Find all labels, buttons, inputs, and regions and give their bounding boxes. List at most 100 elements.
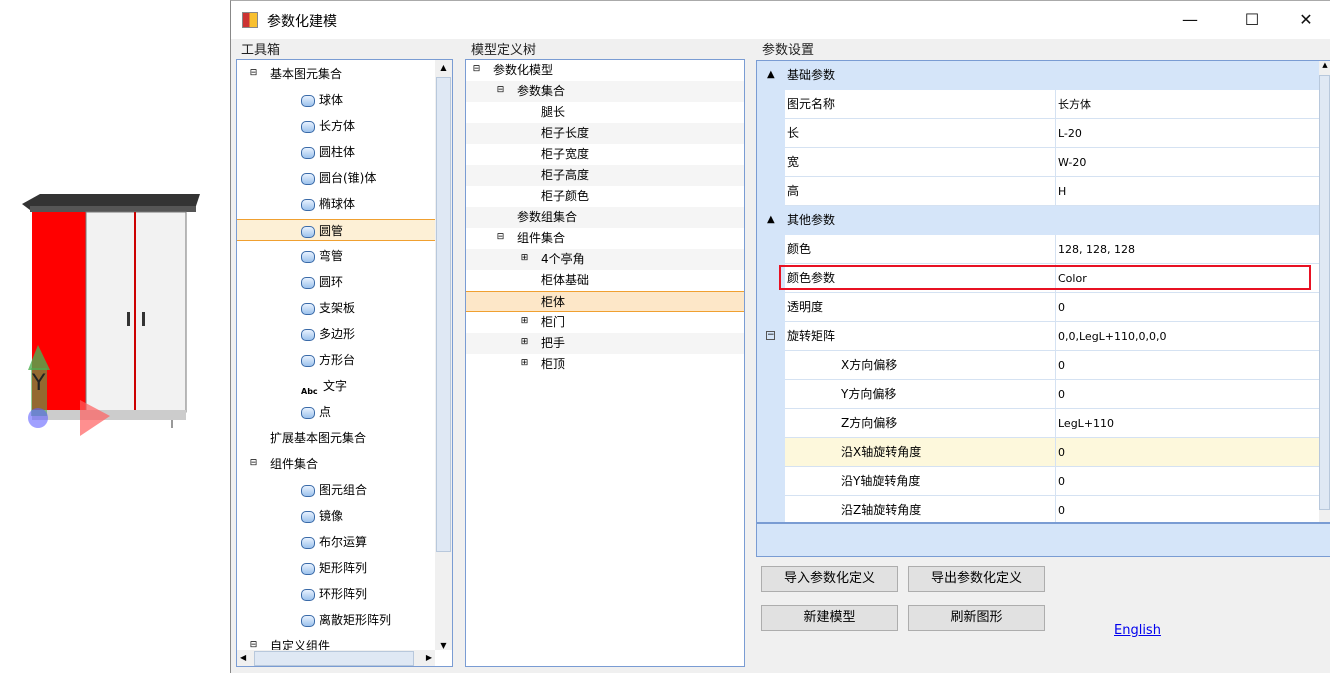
scroll-up-icon[interactable]: ▲ bbox=[435, 60, 452, 76]
toolbox-item[interactable]: 点 bbox=[237, 401, 435, 423]
expander-icon[interactable]: ⊟ bbox=[249, 69, 258, 79]
property-grid-scrollbar[interactable]: ▲ bbox=[1319, 61, 1330, 522]
scroll-up-icon[interactable]: ▲ bbox=[1319, 61, 1330, 69]
property-row[interactable]: 长 L-20 bbox=[785, 119, 1319, 148]
scroll-down-icon[interactable]: ▼ bbox=[435, 641, 452, 650]
expander-icon[interactable]: ⊞ bbox=[520, 317, 529, 327]
expander-icon[interactable]: ⊞ bbox=[520, 359, 529, 369]
property-value[interactable]: 0 bbox=[1055, 293, 1319, 322]
toolbox-item[interactable]: ⊟ 基本图元集合 bbox=[237, 63, 435, 85]
property-value[interactable]: 0 bbox=[1055, 380, 1319, 409]
scroll-thumb[interactable] bbox=[1319, 75, 1330, 510]
tree-node[interactable]: 柜体 bbox=[466, 291, 744, 312]
category-header[interactable]: ▲ 其他参数 bbox=[757, 206, 1319, 234]
toolbox-item[interactable]: 环形阵列 bbox=[237, 583, 435, 605]
property-row[interactable]: 高H bbox=[785, 177, 1319, 206]
tree-node[interactable]: ⊟ 参数集合 bbox=[466, 81, 744, 102]
property-row[interactable]: 沿Y轴旋转角度 0 bbox=[785, 467, 1319, 496]
toolbox-vscrollbar[interactable]: ▲ ▼ bbox=[435, 60, 452, 650]
property-row[interactable]: 沿X轴旋转角度 0 bbox=[785, 438, 1319, 467]
property-row[interactable]: Z方向偏移 LegL+110 bbox=[785, 409, 1319, 438]
tree-node[interactable]: ⊞ 4个亭角 bbox=[466, 249, 744, 270]
export-definition-button[interactable]: 导出参数化定义 bbox=[908, 566, 1045, 592]
toolbox-item[interactable]: ⊟ 组件集合 bbox=[237, 453, 435, 475]
close-button[interactable]: ✕ bbox=[1283, 7, 1329, 33]
property-value[interactable]: 0 bbox=[1055, 496, 1319, 522]
toolbox-item[interactable]: 球体 bbox=[237, 89, 435, 111]
expander-icon[interactable]: ⊞ bbox=[520, 338, 529, 348]
tree-node[interactable]: ⊟ 参数化模型 bbox=[466, 60, 744, 81]
toolbox-item[interactable]: 圆环 bbox=[237, 271, 435, 293]
property-row[interactable]: 颜色 128, 128, 128 bbox=[785, 235, 1319, 264]
property-row[interactable]: X方向偏移 0 bbox=[785, 351, 1319, 380]
tree-node[interactable]: 柜子颜色 bbox=[466, 186, 744, 207]
collapse-icon[interactable]: − bbox=[766, 331, 775, 340]
property-row[interactable]: 沿Z轴旋转角度 0 bbox=[785, 496, 1319, 522]
maximize-button[interactable]: ☐ bbox=[1229, 7, 1275, 33]
toolbox-item[interactable]: 椭球体 bbox=[237, 193, 435, 215]
property-value[interactable]: LegL+110 bbox=[1055, 409, 1319, 438]
minimize-button[interactable]: — bbox=[1167, 7, 1213, 33]
toolbox-item[interactable]: 方形台 bbox=[237, 349, 435, 371]
toolbox-hscrollbar[interactable]: ◀ ▶ bbox=[237, 650, 435, 666]
scroll-right-icon[interactable]: ▶ bbox=[426, 653, 432, 662]
expander-icon[interactable]: ⊞ bbox=[520, 254, 529, 264]
tree-node[interactable]: 参数组集合 bbox=[466, 207, 744, 228]
toolbox-item[interactable]: 支架板 bbox=[237, 297, 435, 319]
property-row[interactable]: 宽 W-20 bbox=[785, 148, 1319, 177]
english-link[interactable]: English bbox=[1114, 623, 1161, 638]
toolbox-item[interactable]: 镜像 bbox=[237, 505, 435, 527]
expander-icon[interactable]: ⊟ bbox=[496, 233, 505, 243]
3d-viewport[interactable]: Y bbox=[0, 0, 230, 673]
property-value[interactable]: 0 bbox=[1055, 438, 1319, 467]
toolbox-item[interactable]: 扩展基本图元集合 bbox=[237, 427, 435, 449]
property-row[interactable]: 旋转矩阵 0,0,LegL+110,0,0,0 − bbox=[766, 322, 1319, 351]
tree-node[interactable]: 柜体基础 bbox=[466, 270, 744, 291]
hscroll-thumb[interactable] bbox=[254, 651, 414, 666]
property-value[interactable]: 0,0,LegL+110,0,0,0 bbox=[1055, 322, 1319, 351]
toolbox-item[interactable]: 圆管 bbox=[237, 219, 435, 241]
tree-node[interactable]: ⊟ 组件集合 bbox=[466, 228, 744, 249]
property-grid[interactable]: ▲ 基础参数 图元名称 长方体长 L-20 宽 W-20 高 H ▲ 其他参数 颜色 128, 128,… bbox=[756, 60, 1330, 523]
tree-node[interactable]: 柜子高度 bbox=[466, 165, 744, 186]
toolbox-item[interactable]: 布尔运算 bbox=[237, 531, 435, 553]
property-value[interactable]: 0 bbox=[1055, 351, 1319, 380]
expander-icon[interactable]: ⊟ bbox=[249, 459, 258, 469]
property-value[interactable]: H bbox=[1055, 177, 1319, 206]
property-row[interactable]: 颜色参数 Color bbox=[779, 264, 1319, 293]
expander-icon[interactable]: ⊟ bbox=[472, 65, 481, 75]
scroll-left-icon[interactable]: ◀ bbox=[240, 653, 246, 662]
toolbox-tree[interactable]: ⊟ 基本图元集合 球体长方体圆柱体圆台(锥)体 椭球体圆管弯管圆环支架板多边形方形台 A… bbox=[236, 59, 453, 667]
refresh-graphics-button[interactable]: 刷新图形 bbox=[908, 605, 1045, 631]
toolbox-item[interactable]: Abc 文字 bbox=[237, 375, 435, 397]
tree-node[interactable]: 柜子宽度 bbox=[466, 144, 744, 165]
toolbox-item[interactable]: 圆柱体 bbox=[237, 141, 435, 163]
property-value[interactable]: 0 bbox=[1055, 467, 1319, 496]
property-row[interactable]: 透明度 0 bbox=[785, 293, 1319, 322]
toolbox-item[interactable]: 多边形 bbox=[237, 323, 435, 345]
tree-node[interactable]: ⊞ 把手 bbox=[466, 333, 744, 354]
toolbox-item[interactable]: 长方体 bbox=[237, 115, 435, 137]
new-model-button[interactable]: 新建模型 bbox=[761, 605, 898, 631]
property-value[interactable]: 长方体 bbox=[1055, 90, 1319, 119]
toolbox-item[interactable]: 弯管 bbox=[237, 245, 435, 267]
tree-node[interactable]: ⊞ 柜顶 bbox=[466, 354, 744, 375]
property-value[interactable]: W-20 bbox=[1055, 148, 1319, 177]
property-value[interactable]: L-20 bbox=[1055, 119, 1319, 148]
category-header[interactable]: ▲ 基础参数 bbox=[757, 61, 1319, 89]
tree-node[interactable]: 柜子长度 bbox=[466, 123, 744, 144]
toolbox-item[interactable]: 离散矩形阵列 bbox=[237, 609, 435, 631]
property-row[interactable]: Y方向偏移 0 bbox=[785, 380, 1319, 409]
expander-icon[interactable]: ⊟ bbox=[496, 86, 505, 96]
collapse-icon[interactable]: ▲ bbox=[767, 61, 775, 89]
scroll-thumb[interactable] bbox=[436, 77, 451, 552]
property-row[interactable]: 图元名称 长方体 bbox=[785, 90, 1319, 119]
toolbox-item[interactable]: 圆台(锥)体 bbox=[237, 167, 435, 189]
import-definition-button[interactable]: 导入参数化定义 bbox=[761, 566, 898, 592]
toolbox-item[interactable]: 图元组合 bbox=[237, 479, 435, 501]
tree-node[interactable]: ⊞ 柜门 bbox=[466, 312, 744, 333]
toolbox-item[interactable]: 矩形阵列 bbox=[237, 557, 435, 579]
tree-node[interactable]: 腿长 bbox=[466, 102, 744, 123]
model-definition-tree[interactable]: ⊟ 参数化模型 ⊟ 参数集合 腿长 柜子长度 柜子宽度 柜子高度 柜子颜色 参数组集合 ⊟ 组件集合 ⊞… bbox=[465, 59, 745, 667]
collapse-icon[interactable]: ▲ bbox=[767, 206, 775, 234]
